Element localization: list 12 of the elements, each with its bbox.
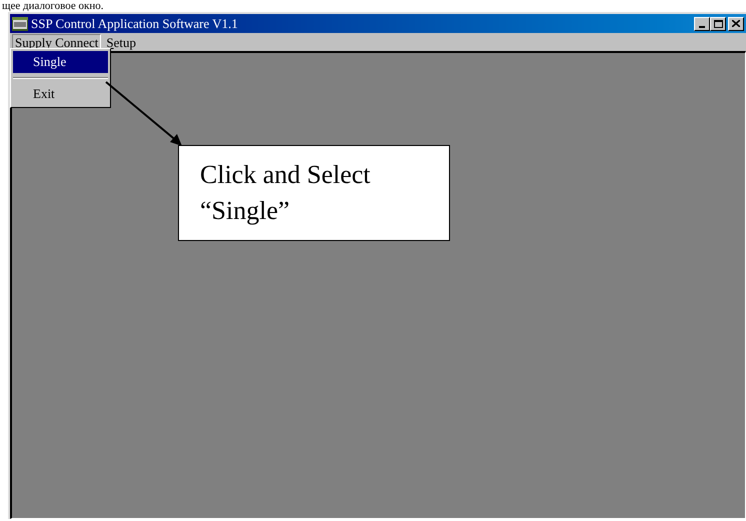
callout-text: Click and Select <box>200 159 372 191</box>
close-button[interactable] <box>728 16 744 30</box>
minimize-button[interactable] <box>694 16 710 30</box>
window-title: SSP Control Application Software V1.1 <box>31 17 238 30</box>
menu-option[interactable]: Single <box>13 51 108 73</box>
document-text: щее диалоговое окно. <box>1 0 105 12</box>
app-icon <box>12 16 28 30</box>
menu-item[interactable]: Setup <box>103 34 140 50</box>
x-icon <box>732 20 740 27</box>
callout-text: “Single” <box>200 195 291 227</box>
maximize-button[interactable] <box>710 16 726 30</box>
menu-option[interactable]: Exit <box>13 83 108 105</box>
